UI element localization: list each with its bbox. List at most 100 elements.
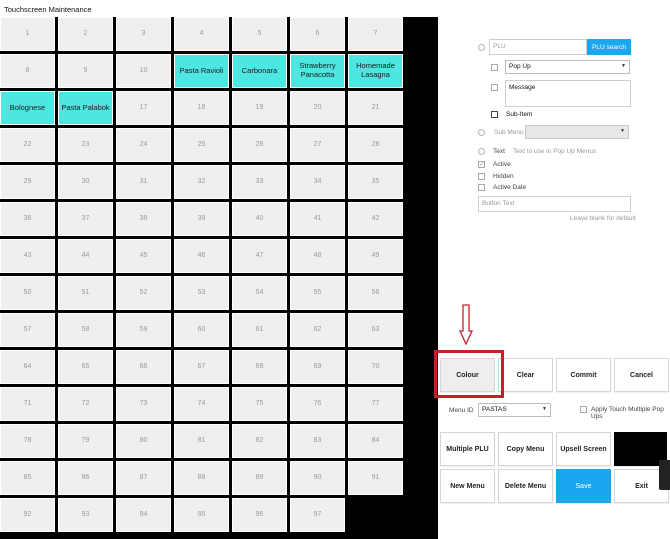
- grid-cell[interactable]: 42: [348, 202, 403, 236]
- grid-cell[interactable]: 26: [232, 128, 287, 162]
- grid-cell[interactable]: 77: [348, 387, 403, 421]
- grid-cell[interactable]: 70: [348, 350, 403, 384]
- grid-cell[interactable]: 79: [58, 424, 113, 458]
- grid-cell[interactable]: Bolognese: [0, 91, 55, 125]
- grid-cell[interactable]: 75: [232, 387, 287, 421]
- grid-cell[interactable]: 34: [290, 165, 345, 199]
- plu-input[interactable]: PLU: [489, 39, 587, 55]
- grid-cell[interactable]: 38: [116, 202, 171, 236]
- grid-cell[interactable]: 67: [174, 350, 229, 384]
- grid-cell[interactable]: 10: [116, 54, 171, 88]
- grid-cell[interactable]: 52: [116, 276, 171, 310]
- grid-cell[interactable]: 84: [348, 424, 403, 458]
- grid-cell[interactable]: 64: [0, 350, 55, 384]
- apply-touch-checkbox[interactable]: [580, 406, 587, 413]
- grid-cell[interactable]: 92: [0, 498, 55, 532]
- text-radio[interactable]: [478, 148, 485, 155]
- grid-cell[interactable]: 51: [58, 276, 113, 310]
- grid-cell[interactable]: 74: [174, 387, 229, 421]
- grid-cell[interactable]: 78: [0, 424, 55, 458]
- menu-id-select[interactable]: PASTAS ▼: [478, 403, 551, 417]
- grid-cell[interactable]: 49: [348, 239, 403, 273]
- grid-cell[interactable]: Strawberry Panacotta: [290, 54, 345, 88]
- message-field[interactable]: Message: [505, 80, 631, 107]
- grid-cell[interactable]: 5: [232, 17, 287, 51]
- grid-cell[interactable]: 25: [174, 128, 229, 162]
- grid-cell[interactable]: 30: [58, 165, 113, 199]
- grid-cell[interactable]: 33: [232, 165, 287, 199]
- clear-button[interactable]: Clear: [498, 358, 553, 392]
- grid-cell[interactable]: 81: [174, 424, 229, 458]
- grid-cell[interactable]: 88: [174, 461, 229, 495]
- grid-cell[interactable]: 20: [290, 91, 345, 125]
- grid-cell[interactable]: 90: [290, 461, 345, 495]
- grid-cell[interactable]: 41: [290, 202, 345, 236]
- grid-cell[interactable]: 2: [58, 17, 113, 51]
- grid-cell[interactable]: 7: [348, 17, 403, 51]
- popup-checkbox[interactable]: [491, 64, 498, 71]
- side-tab-handle[interactable]: [659, 460, 670, 490]
- grid-cell[interactable]: 21: [348, 91, 403, 125]
- message-checkbox[interactable]: [491, 84, 498, 91]
- new-menu-button[interactable]: New Menu: [440, 469, 495, 503]
- grid-cell[interactable]: 62: [290, 313, 345, 347]
- grid-cell[interactable]: 4: [174, 17, 229, 51]
- delete-menu-button[interactable]: Delete Menu: [498, 469, 553, 503]
- submenu-radio[interactable]: [478, 129, 485, 136]
- active-date-checkbox[interactable]: [478, 184, 485, 191]
- grid-cell[interactable]: 94: [116, 498, 171, 532]
- grid-cell[interactable]: 95: [174, 498, 229, 532]
- copy-menu-button[interactable]: Copy Menu: [498, 432, 553, 466]
- grid-cell[interactable]: 71: [0, 387, 55, 421]
- grid-cell[interactable]: Carbonara: [232, 54, 287, 88]
- active-checkbox[interactable]: [478, 160, 485, 168]
- grid-cell[interactable]: 1: [0, 17, 55, 51]
- grid-cell[interactable]: 86: [58, 461, 113, 495]
- grid-cell[interactable]: 97: [290, 498, 345, 532]
- commit-button[interactable]: Commit: [556, 358, 611, 392]
- grid-cell[interactable]: 63: [348, 313, 403, 347]
- grid-cell[interactable]: 68: [232, 350, 287, 384]
- grid-cell[interactable]: 28: [348, 128, 403, 162]
- grid-cell[interactable]: 40: [232, 202, 287, 236]
- upsell-screen-button[interactable]: Upsell Screen: [556, 432, 611, 466]
- button-text-input[interactable]: Button Text: [478, 196, 631, 212]
- grid-cell[interactable]: 44: [58, 239, 113, 273]
- grid-cell[interactable]: 55: [290, 276, 345, 310]
- grid-cell[interactable]: 8: [0, 54, 55, 88]
- grid-cell[interactable]: 32: [174, 165, 229, 199]
- grid-cell[interactable]: 91: [348, 461, 403, 495]
- grid-cell[interactable]: 69: [290, 350, 345, 384]
- grid-cell[interactable]: 80: [116, 424, 171, 458]
- grid-cell[interactable]: 47: [232, 239, 287, 273]
- grid-cell[interactable]: 46: [174, 239, 229, 273]
- plu-search-button[interactable]: PLU search: [587, 39, 631, 55]
- grid-cell[interactable]: 82: [232, 424, 287, 458]
- grid-cell[interactable]: 22: [0, 128, 55, 162]
- grid-cell[interactable]: 87: [116, 461, 171, 495]
- grid-cell[interactable]: 60: [174, 313, 229, 347]
- grid-cell[interactable]: 89: [232, 461, 287, 495]
- popup-select[interactable]: Pop Up ▼: [505, 60, 630, 74]
- grid-cell[interactable]: 58: [58, 313, 113, 347]
- grid-cell[interactable]: 53: [174, 276, 229, 310]
- grid-cell[interactable]: 27: [290, 128, 345, 162]
- grid-cell[interactable]: 24: [116, 128, 171, 162]
- cancel-button[interactable]: Cancel: [614, 358, 669, 392]
- grid-cell[interactable]: 29: [0, 165, 55, 199]
- grid-cell[interactable]: 19: [232, 91, 287, 125]
- grid-cell[interactable]: 48: [290, 239, 345, 273]
- grid-cell[interactable]: 50: [0, 276, 55, 310]
- grid-cell[interactable]: 6: [290, 17, 345, 51]
- grid-cell[interactable]: 36: [0, 202, 55, 236]
- grid-cell[interactable]: 39: [174, 202, 229, 236]
- grid-cell[interactable]: 57: [0, 313, 55, 347]
- grid-cell[interactable]: 31: [116, 165, 171, 199]
- grid-cell[interactable]: Homemade Lasagna: [348, 54, 403, 88]
- grid-cell[interactable]: 72: [58, 387, 113, 421]
- grid-cell[interactable]: 66: [116, 350, 171, 384]
- subitem-checkbox[interactable]: [491, 111, 498, 118]
- grid-cell[interactable]: Pasta Ravioli: [174, 54, 229, 88]
- multiple-plu-button[interactable]: Multiple PLU: [440, 432, 495, 466]
- hidden-checkbox[interactable]: [478, 173, 485, 180]
